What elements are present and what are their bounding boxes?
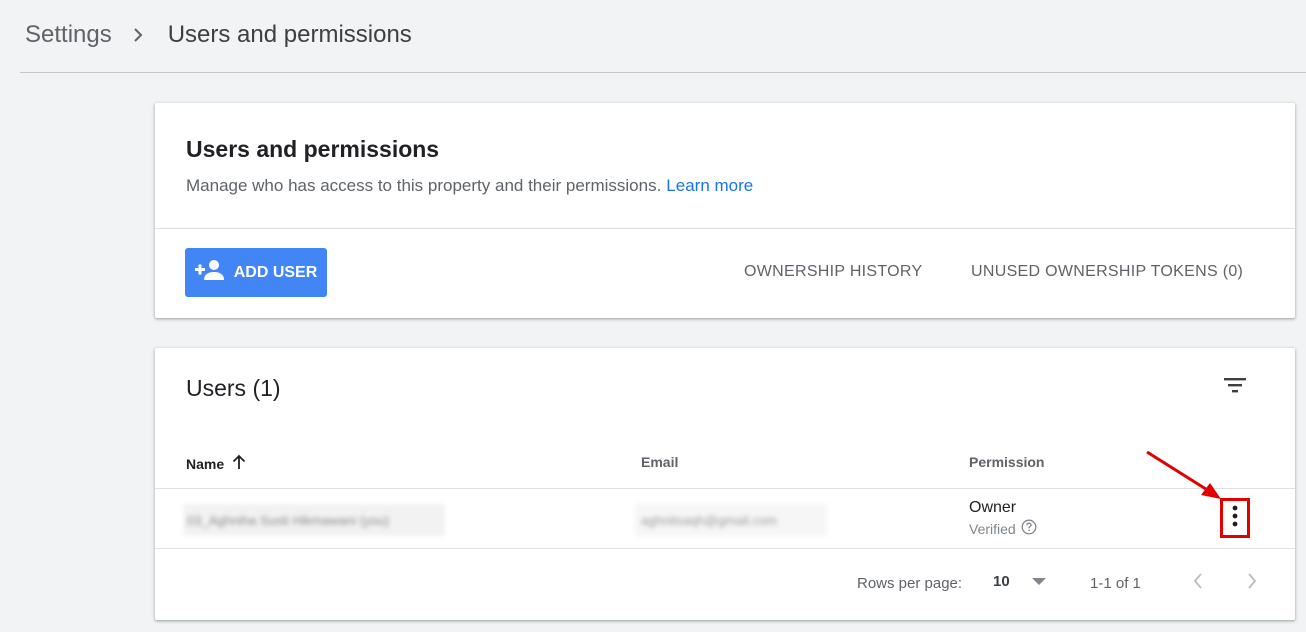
users-title: Users (1)	[186, 375, 281, 401]
users-permissions-card: Users and permissions Manage who has acc…	[155, 103, 1295, 318]
chevron-right-icon	[132, 28, 144, 42]
ownership-history-button[interactable]: OWNERSHIP HISTORY	[744, 263, 922, 281]
column-header-email[interactable]: Email	[641, 454, 678, 470]
person-add-icon	[194, 259, 234, 286]
permission-value: Owner	[969, 499, 1017, 516]
chevron-right-icon[interactable]	[1245, 571, 1259, 596]
user-email-redacted: aghnitsaqh@gmail.com	[635, 504, 827, 536]
user-permission: Owner Verified	[969, 499, 1037, 538]
breadcrumb: Settings Users and permissions	[25, 20, 412, 50]
description-text: Manage who has access to this property a…	[186, 176, 662, 195]
chevron-left-icon[interactable]	[1191, 571, 1205, 596]
rows-per-page-value: 10	[993, 573, 1010, 590]
more-vert-icon	[1232, 504, 1238, 533]
arrow-up-icon	[224, 454, 246, 473]
learn-more-link[interactable]: Learn more	[666, 176, 753, 195]
card-description: Manage who has access to this property a…	[186, 176, 753, 196]
card-title: Users and permissions	[186, 136, 440, 162]
unused-ownership-tokens-button[interactable]: UNUSED OWNERSHIP TOKENS (0)	[971, 263, 1243, 281]
column-header-name[interactable]: Name	[186, 454, 246, 473]
add-user-label: ADD USER	[233, 263, 318, 281]
add-user-button[interactable]: ADD USER	[185, 248, 327, 297]
row-divider	[155, 548, 1295, 549]
rows-per-page-select[interactable]: 10	[993, 573, 1046, 590]
user-name-redacted: 03_Aghniha Susti Hikmawani (you)	[183, 504, 445, 536]
column-name-label: Name	[186, 455, 225, 472]
users-card: Users (1) Name Email Permission 03_Aghni…	[155, 348, 1295, 620]
rows-per-page-label: Rows per page:	[857, 575, 963, 592]
header-divider	[20, 72, 1306, 73]
help-circle-icon[interactable]	[1016, 519, 1037, 538]
permission-status: Verified	[969, 519, 1037, 538]
verified-label: Verified	[969, 520, 1016, 537]
filter-icon[interactable]	[1223, 374, 1249, 401]
breadcrumb-settings[interactable]: Settings	[25, 21, 112, 49]
row-divider	[155, 488, 1295, 489]
column-header-permission[interactable]: Permission	[969, 454, 1044, 470]
breadcrumb-current: Users and permissions	[167, 21, 412, 48]
red-arrow-annotation	[1143, 448, 1225, 509]
pagination-range: 1-1 of 1	[1090, 575, 1141, 592]
card-divider	[155, 228, 1295, 229]
caret-down-icon	[1010, 573, 1046, 590]
